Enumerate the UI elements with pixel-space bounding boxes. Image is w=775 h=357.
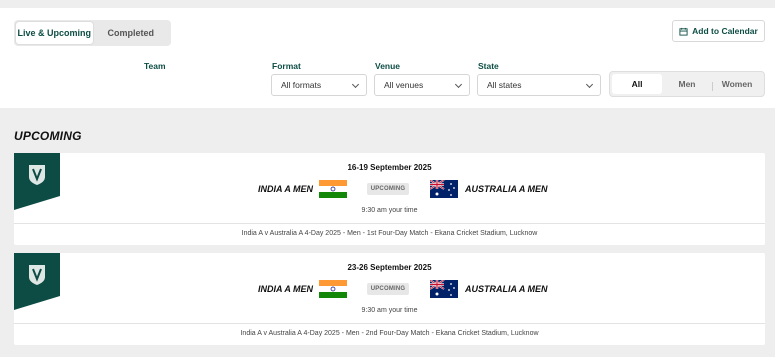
match-date: 16-19 September 2025: [347, 163, 432, 172]
divider: [14, 223, 765, 224]
gender-women-button[interactable]: Women: [712, 74, 762, 94]
home-team: INDIA A MEN: [258, 284, 313, 294]
status-badge: UPCOMING: [367, 183, 409, 195]
match-description: India A v Australia A 4-Day 2025 - Men -…: [240, 330, 539, 337]
state-filter-label: State: [478, 61, 499, 71]
add-to-calendar-button[interactable]: Add to Calendar: [672, 20, 765, 42]
chevron-down-icon: [351, 80, 360, 89]
match-description: India A v Australia A 4-Day 2025 - Men -…: [241, 230, 538, 237]
gender-women-label: Women: [721, 79, 753, 89]
away-team: AUSTRALIA A MEN: [465, 184, 548, 194]
venue-filter-label: Venue: [375, 61, 401, 71]
team-badge: [14, 153, 60, 196]
match-time: 9:30 am your time: [361, 207, 418, 214]
team-badge: [14, 253, 60, 296]
gender-filter: All Men Women: [609, 71, 765, 97]
home-team: INDIA A MEN: [258, 184, 313, 194]
india-flag-icon: [319, 180, 347, 198]
match-status-tabs: Live & Upcoming Completed: [14, 20, 171, 46]
away-team: AUSTRALIA A MEN: [465, 284, 548, 294]
venue-select-value: All venues: [384, 80, 424, 90]
status-badge: UPCOMING: [367, 283, 409, 295]
match-time: 9:30 am your time: [361, 307, 418, 314]
format-select-value: All formats: [281, 80, 322, 90]
match-date: 23-26 September 2025: [347, 263, 432, 272]
australia-flag-icon: [430, 180, 458, 198]
add-to-calendar-label: Add to Calendar: [692, 26, 758, 36]
state-select-value: All states: [487, 80, 522, 90]
australia-flag-icon: [430, 280, 458, 298]
section-title: UPCOMING: [14, 129, 82, 143]
chevron-down-icon: [585, 80, 594, 89]
format-filter-label: Format: [272, 61, 301, 71]
calendar-icon: [679, 27, 688, 36]
match-card[interactable]: 23-26 September 2025 INDIA A MEN UPCOMIN…: [14, 253, 765, 345]
venue-select[interactable]: All venues: [374, 74, 470, 96]
tab-live-upcoming[interactable]: Live & Upcoming: [16, 22, 93, 44]
india-flag-icon: [319, 280, 347, 298]
gender-all-button[interactable]: All: [612, 74, 662, 94]
match-card[interactable]: 16-19 September 2025 INDIA A MEN UPCOMIN…: [14, 153, 765, 245]
divider: [712, 82, 713, 91]
state-select[interactable]: All states: [477, 74, 601, 96]
divider: [14, 323, 765, 324]
tab-completed[interactable]: Completed: [93, 22, 170, 44]
team-filter-label: Team: [144, 61, 166, 71]
gender-men-button[interactable]: Men: [662, 74, 712, 94]
chevron-down-icon: [454, 80, 463, 89]
format-select[interactable]: All formats: [271, 74, 367, 96]
